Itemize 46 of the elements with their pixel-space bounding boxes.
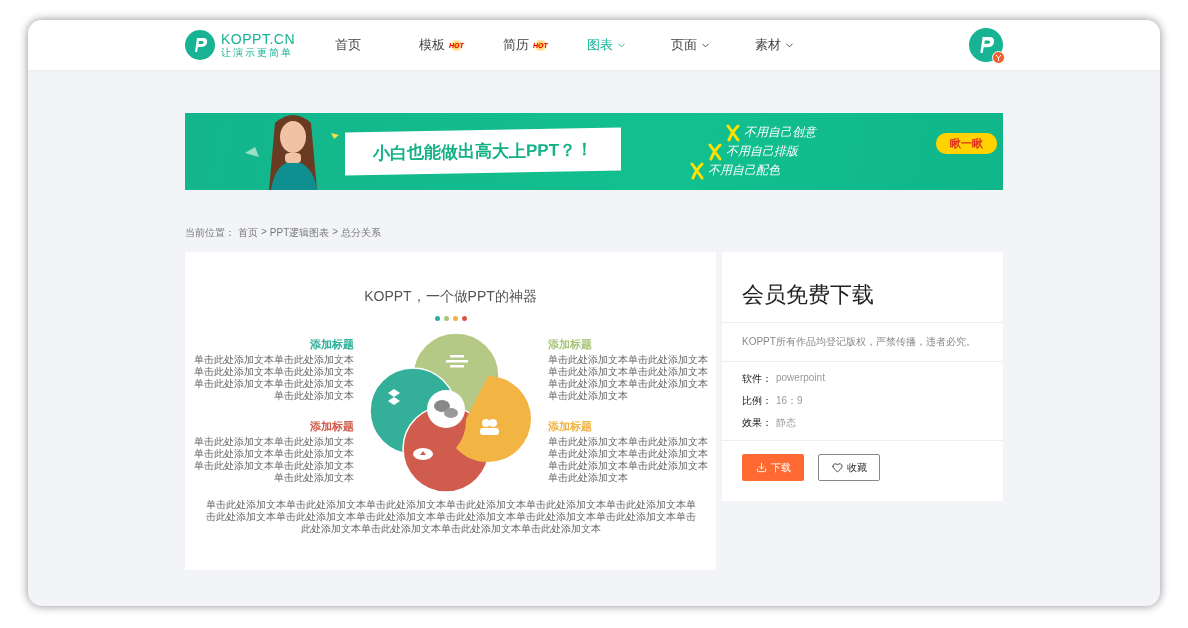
section-heading: 添加标题 bbox=[547, 419, 592, 434]
footer-text: 单击此处添加文本单击此处添加文本单击此处添加文本单击此处添加文本单击此处添加文本单击此处添加文本单击此处添加文本单击此处添加文本单击此处添加文本单击此处添加文本单击此处添加文本单击此处添加文本单击此处添加文本单击此处添加文本单击此处添加文本单击此处添加文本 bbox=[205, 499, 696, 535]
banner-point: 不用自己配色 bbox=[708, 162, 781, 179]
section-text: 单击此处添加文本单击此处添加文本单击此处添加文本单击此处添加文本单击此处添加文本单击此处添加文本单击此处添加文本 bbox=[547, 436, 708, 484]
logo-icon[interactable] bbox=[185, 30, 215, 60]
section-heading: 添加标题 bbox=[309, 337, 354, 352]
breadcrumb-separator: > bbox=[261, 226, 267, 239]
section-text: 单击此处添加文本单击此处添加文本单击此处添加文本单击此处添加文本单击此处添加文本单击此处添加文本单击此处添加文本 bbox=[547, 354, 708, 402]
cross-icon bbox=[690, 161, 705, 180]
banner[interactable]: 小白也能做出高大上PPT？！ 不用自己创意 不用自己排版 不用自己配色 瞅一瞅 bbox=[185, 113, 1003, 190]
breadcrumb-label: 当前位置： bbox=[185, 226, 235, 240]
nav-item[interactable]: 素材 bbox=[755, 36, 839, 54]
spec-label: 比例： bbox=[742, 394, 772, 408]
download-button[interactable]: 下载 bbox=[742, 454, 804, 481]
section-text: 单击此处添加文本单击此处添加文本单击此处添加文本单击此处添加文本单击此处添加文本单击此处添加文本单击此处添加文本 bbox=[193, 354, 354, 402]
section-heading: 添加标题 bbox=[547, 337, 592, 352]
section-text: 单击此处添加文本单击此处添加文本单击此处添加文本单击此处添加文本单击此处添加文本单击此处添加文本单击此处添加文本 bbox=[193, 436, 354, 484]
logo-tagline: 让演示更简单 bbox=[221, 46, 294, 59]
nav-item[interactable]: 图表 bbox=[587, 36, 671, 54]
cross-icon bbox=[726, 123, 741, 142]
slide-title: KOPPT，一个做PPT的神器 bbox=[364, 288, 537, 306]
peek-button[interactable]: 瞅一瞅 bbox=[936, 133, 998, 154]
breadcrumb-link[interactable]: 总分关系 bbox=[341, 226, 382, 240]
banner-headline: 小白也能做出高大上PPT？！ bbox=[345, 127, 622, 176]
nav-item[interactable]: 首页 bbox=[335, 36, 419, 54]
cross-icon bbox=[708, 142, 723, 161]
spec-value: powerpoint bbox=[776, 372, 825, 385]
banner-point: 不用自己排版 bbox=[726, 143, 799, 160]
logo-name[interactable]: KOPPT.CN bbox=[221, 31, 295, 47]
breadcrumb-link[interactable]: PPT逻辑图表 bbox=[269, 226, 330, 240]
download-icon bbox=[755, 462, 767, 473]
spec-value: 16：9 bbox=[776, 394, 803, 408]
avatar[interactable] bbox=[969, 28, 1003, 62]
nav-item[interactable]: 页面 bbox=[671, 36, 755, 54]
spec-label: 软件： bbox=[742, 372, 772, 386]
breadcrumb-separator: > bbox=[332, 226, 339, 239]
badge-icon bbox=[992, 51, 1005, 64]
spec-label: 效果： bbox=[742, 416, 772, 430]
banner-point: 不用自己创意 bbox=[744, 124, 817, 141]
breadcrumb-link[interactable]: 首页 bbox=[238, 226, 258, 240]
favorite-button[interactable]: 收藏 bbox=[818, 454, 880, 481]
section-heading: 添加标题 bbox=[309, 419, 354, 434]
card-title: 会员免费下载 bbox=[722, 252, 1003, 323]
heart-icon bbox=[831, 462, 843, 473]
spec-value: 静态 bbox=[776, 416, 796, 430]
copyright-notice: KOPPT所有作品均登记版权，严禁传播，违者必究。 bbox=[722, 323, 1003, 362]
